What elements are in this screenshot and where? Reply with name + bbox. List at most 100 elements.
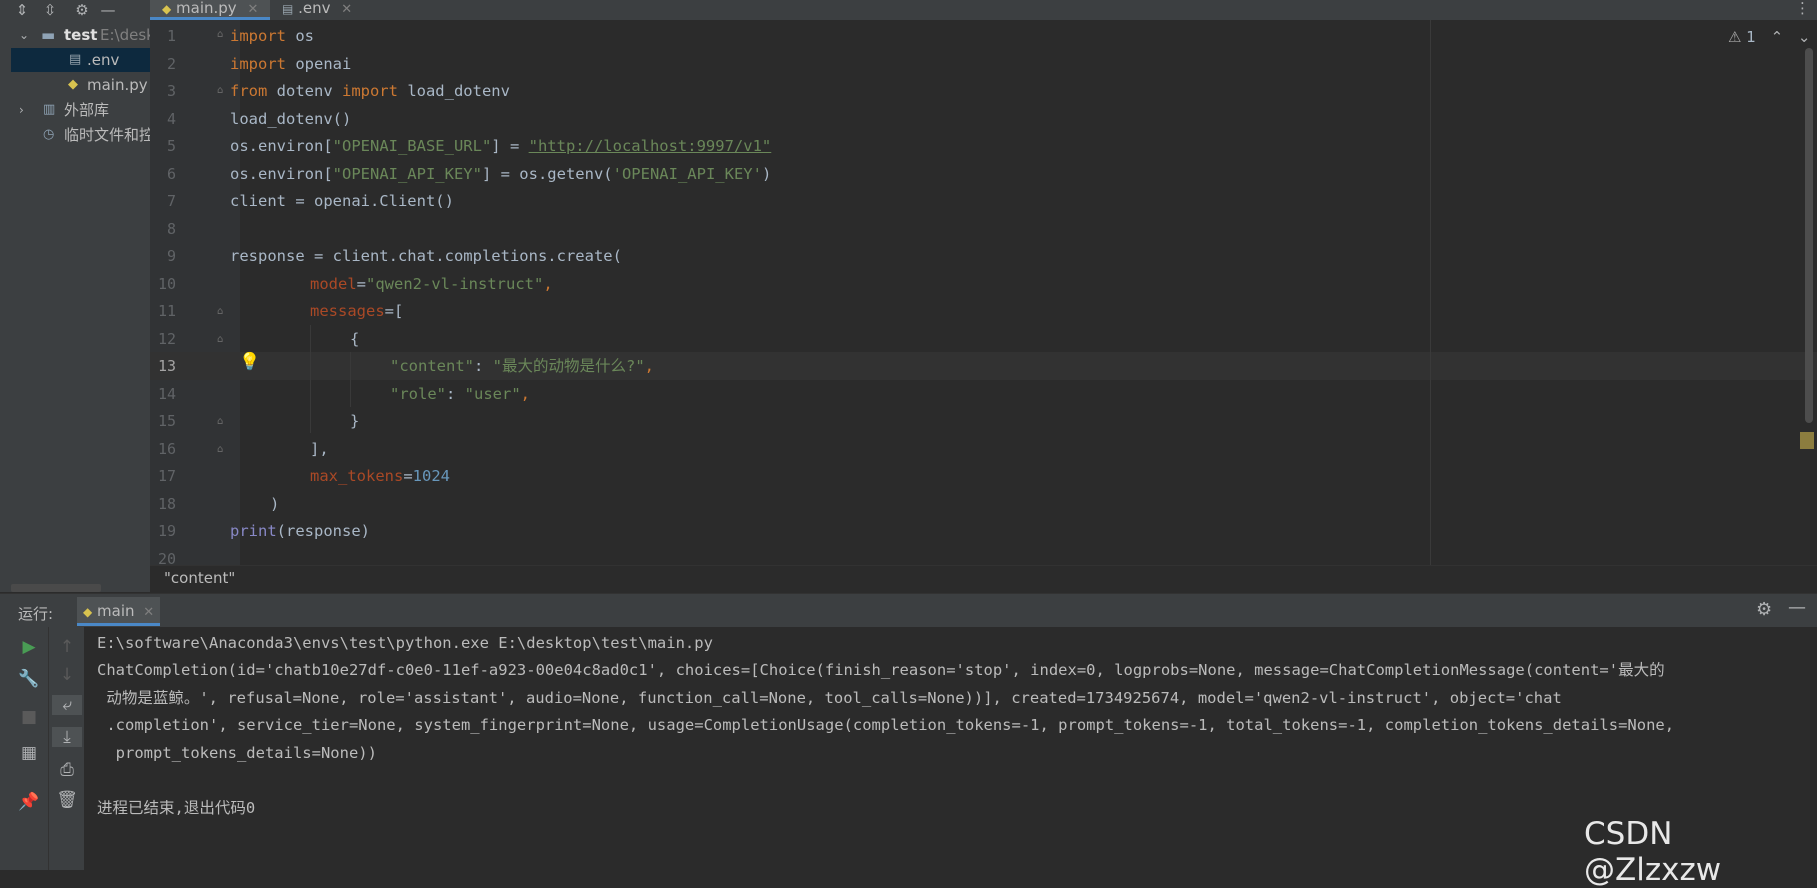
line-number: 4	[166, 110, 176, 128]
code-line-4: load_dotenv()	[230, 110, 352, 128]
tab-label: .env	[298, 0, 331, 17]
tree-item-root[interactable]: ⌄ ▬ test E:\desk	[11, 23, 155, 47]
breadcrumb[interactable]: "content"	[164, 569, 235, 587]
run-toolbar: ▶ 🔧 ■ ▦ 📌	[0, 627, 48, 870]
wrench-icon[interactable]: 🔧	[14, 669, 44, 689]
file-icon: ▤	[69, 52, 82, 67]
url-link[interactable]: "http://localhost:9997/v1"	[529, 137, 772, 155]
warning-marker[interactable]	[1800, 432, 1814, 449]
pin-icon[interactable]: 📌	[14, 792, 44, 812]
code-line-6: os.environ["OPENAI_API_KEY"] = os.getenv…	[230, 165, 772, 183]
file-label: main.py	[87, 76, 148, 94]
scroll-to-end-icon[interactable]: ⤓	[52, 727, 82, 747]
scratches-label: 临时文件和控	[64, 126, 155, 144]
indent-guide	[310, 325, 311, 433]
code-line-18: )	[270, 495, 280, 513]
root-path: E:\desk	[100, 26, 155, 44]
tree-item-main[interactable]: ◆ main.py	[11, 73, 150, 97]
chevron-right-icon[interactable]: ›	[19, 98, 24, 122]
arrow-down-icon[interactable]: ↓	[52, 665, 82, 685]
console-line: 进程已结束,退出代码0	[97, 799, 256, 817]
line-number: 16	[157, 440, 176, 458]
fold-icon[interactable]: ⌂	[217, 334, 223, 345]
code-line-5: os.environ["OPENAI_BASE_URL"] = "http://…	[230, 137, 772, 155]
layout-icon[interactable]: ▦	[14, 743, 44, 763]
console-line: .completion', service_tier=None, system_…	[97, 716, 1675, 734]
more-icon[interactable]: ⋮	[1795, 0, 1810, 17]
console-line: prompt_tokens_details=None))	[97, 744, 377, 762]
file-label: .env	[87, 51, 120, 69]
python-file-icon: ◆	[68, 77, 78, 92]
tab-main-py[interactable]: ◆ main.py ✕	[150, 0, 270, 20]
console-line: E:\software\Anaconda3\envs\test\python.e…	[97, 634, 713, 652]
root-name: test	[64, 26, 98, 44]
code-line-12: {	[350, 330, 360, 348]
expand-all-icon[interactable]: ⇕	[11, 1, 33, 19]
line-number: 9	[166, 247, 176, 265]
print-icon[interactable]: ⎙	[52, 760, 82, 780]
line-number: 1	[166, 27, 176, 45]
editor-scrollbar-thumb[interactable]	[1805, 48, 1813, 423]
fold-icon[interactable]: ⌂	[217, 29, 223, 40]
run-label: 运行:	[18, 605, 54, 623]
folder-icon: ▬	[41, 26, 56, 44]
chevron-down-icon[interactable]: ⌄	[1798, 28, 1811, 46]
line-number: 11	[157, 302, 176, 320]
file-icon: ▤	[282, 2, 294, 16]
line-number: 13	[157, 357, 176, 375]
soft-wrap-icon[interactable]: ⤶	[52, 695, 82, 715]
watermark: CSDN @Zlzxzw	[1584, 816, 1722, 888]
run-tab-main[interactable]: ◆ main ✕	[77, 597, 161, 626]
library-icon: ▥	[43, 102, 56, 117]
minimize-icon[interactable]: —	[97, 1, 119, 19]
code-line-16: ],	[310, 440, 329, 458]
gear-icon[interactable]: ⚙	[1756, 599, 1772, 620]
inspection-widget[interactable]: ⚠ 1 ⌃ ⌄	[1728, 28, 1811, 46]
tab-env[interactable]: ▤ .env ✕	[282, 0, 372, 20]
fold-icon[interactable]: ⌂	[217, 444, 223, 455]
close-icon[interactable]: ✕	[247, 2, 258, 17]
python-file-icon: ◆	[83, 605, 93, 619]
run-tab-label: main	[97, 602, 135, 620]
tree-item-env[interactable]: ▤ .env	[11, 48, 150, 72]
fold-icon[interactable]: ⌂	[217, 306, 223, 317]
chevron-down-icon[interactable]: ⌄	[19, 23, 29, 47]
close-icon[interactable]: ✕	[143, 605, 154, 620]
line-number: 10	[157, 275, 176, 293]
indent-guide	[350, 352, 351, 407]
chevron-up-icon[interactable]: ⌃	[1771, 28, 1784, 46]
minimize-icon[interactable]: —	[1788, 597, 1806, 618]
fold-icon[interactable]: ⌂	[217, 85, 223, 96]
project-toolbar: ⇕ ⇳ ⚙ —	[11, 0, 150, 22]
external-libs-label: 外部库	[64, 101, 110, 119]
fold-icon[interactable]: ⌂	[217, 416, 223, 427]
tree-item-scratches[interactable]: ◷ 临时文件和控	[11, 123, 154, 147]
console-line: 动物是蓝鲸。', refusal=None, role='assistant',…	[97, 689, 1562, 707]
lightbulb-icon[interactable]: 💡	[239, 352, 260, 372]
line-number: 2	[166, 55, 176, 73]
code-line-11: messages=[	[310, 302, 404, 320]
line-number: 6	[166, 165, 176, 183]
code-line-3: from dotenv import load_dotenv	[230, 82, 510, 100]
code-line-14: "role": "user",	[390, 385, 531, 403]
breadcrumb-bar	[150, 565, 1817, 593]
code-line-15: }	[350, 412, 360, 430]
close-icon[interactable]: ✕	[341, 2, 352, 17]
line-number: 19	[157, 522, 176, 540]
line-number: 7	[166, 192, 176, 210]
stop-icon[interactable]: ■	[14, 707, 44, 727]
trash-icon[interactable]: 🗑	[52, 790, 82, 810]
project-scrollbar[interactable]	[11, 584, 101, 592]
warning-count: 1	[1746, 28, 1756, 46]
collapse-all-icon[interactable]: ⇳	[39, 1, 61, 19]
tab-label: main.py	[176, 0, 237, 17]
arrow-up-icon[interactable]: ↑	[52, 637, 82, 657]
line-number: 14	[157, 385, 176, 403]
scratches-icon: ◷	[43, 127, 55, 142]
gear-icon[interactable]: ⚙	[71, 1, 93, 19]
code-line-10: model="qwen2-vl-instruct",	[310, 275, 553, 293]
tree-item-external-libs[interactable]: › ▥ 外部库	[11, 98, 150, 122]
run-icon[interactable]: ▶	[14, 637, 44, 657]
code-line-17: max_tokens=1024	[310, 467, 450, 485]
run-panel-header	[0, 593, 1817, 627]
